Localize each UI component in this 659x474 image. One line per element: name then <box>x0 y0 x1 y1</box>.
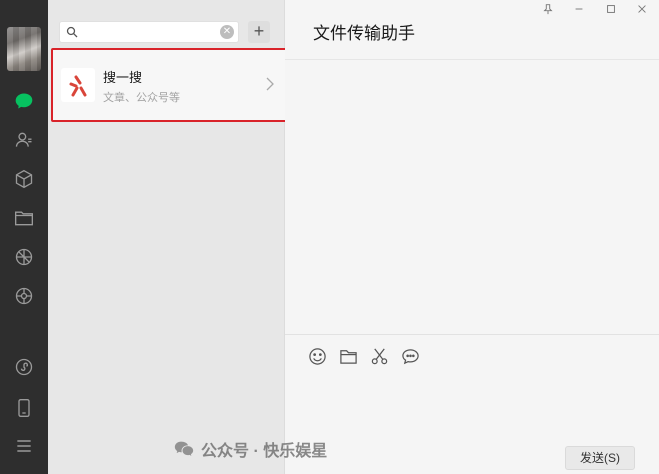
files-icon[interactable] <box>12 206 36 230</box>
menu-icon[interactable] <box>12 434 36 458</box>
sidebar-rail <box>0 0 48 474</box>
chat-panel: 文件传输助手 发送(S) <box>285 0 659 474</box>
emoji-icon[interactable] <box>308 347 328 367</box>
chat-title: 文件传输助手 <box>313 24 415 43</box>
contacts-icon[interactable] <box>12 128 36 152</box>
message-input-area[interactable]: 发送(S) <box>285 334 659 474</box>
maximize-icon[interactable] <box>604 3 618 17</box>
close-icon[interactable] <box>635 3 649 17</box>
moments-icon[interactable] <box>12 245 36 269</box>
add-button[interactable]: + <box>248 21 270 43</box>
avatar[interactable] <box>7 27 41 71</box>
search-result-item[interactable]: 搜一搜 文章、公众号等 <box>51 48 287 122</box>
watermark-text: 公众号 · 快乐娱星 <box>201 443 328 460</box>
search-icon <box>66 26 78 38</box>
search-logo-icon <box>61 68 95 102</box>
result-subtitle: 文章、公众号等 <box>103 92 180 104</box>
minimize-icon[interactable] <box>572 3 586 17</box>
pin-icon[interactable] <box>541 3 555 17</box>
wechat-window: ✕ + 搜一搜 文章、公众号等 文件传输助手 发送(S) 公众号 · 快乐娱星 <box>0 0 659 474</box>
channels-icon[interactable] <box>12 284 36 308</box>
folder-icon[interactable] <box>339 347 359 367</box>
conversation-panel: ✕ + 搜一搜 文章、公众号等 <box>48 0 287 474</box>
clear-search-icon[interactable]: ✕ <box>220 25 234 39</box>
favorites-icon[interactable] <box>12 167 36 191</box>
chat-bubble-icon[interactable] <box>401 347 421 367</box>
search-input[interactable] <box>80 24 215 40</box>
watermark: 公众号 · 快乐娱星 <box>173 437 327 461</box>
result-title: 搜一搜 <box>103 70 143 85</box>
mini-program-icon[interactable] <box>12 355 36 379</box>
chevron-right-icon <box>266 77 274 91</box>
chat-icon[interactable] <box>12 89 36 113</box>
send-button[interactable]: 发送(S) <box>565 446 635 470</box>
chat-header: 文件传输助手 <box>285 0 659 60</box>
search-box[interactable]: ✕ <box>59 21 239 43</box>
phone-icon[interactable] <box>12 396 36 420</box>
wechat-logo-icon <box>174 441 194 456</box>
scissors-icon[interactable] <box>370 347 390 367</box>
